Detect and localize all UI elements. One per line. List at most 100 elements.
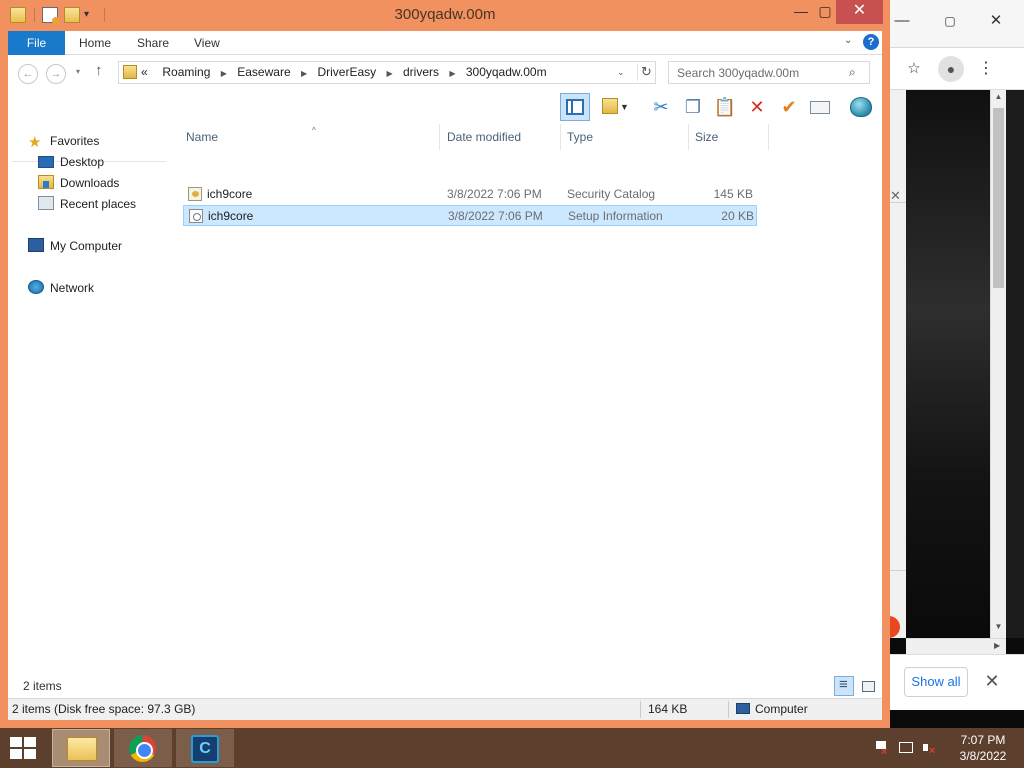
file-date: 3/8/2022 7:06 PM: [447, 187, 542, 201]
windows-logo-pane: [24, 737, 36, 747]
address-bar[interactable]: « Roaming ▶ Easeware ▶ DriverEasy ▶ driv…: [118, 61, 656, 84]
forward-button[interactable]: →: [46, 64, 66, 84]
column-resize-handle[interactable]: [439, 124, 440, 150]
chrome-maximize-button[interactable]: ▢: [936, 10, 964, 32]
address-row: ← → ▾ ↑ « Roaming ▶ Easeware ▶ DriverEas…: [8, 56, 882, 90]
search-icon[interactable]: ⌕: [849, 65, 856, 80]
scroll-right-icon[interactable]: ▶: [994, 641, 1000, 650]
nav-favorites-label: Favorites: [50, 134, 100, 148]
page-close-icon[interactable]: ✕: [890, 188, 901, 204]
scroll-thumb[interactable]: [993, 108, 1004, 288]
close-button[interactable]: ✕: [836, 0, 883, 24]
table-row[interactable]: ich9core 3/8/2022 7:06 PM Security Catal…: [183, 184, 757, 205]
nav-desktop[interactable]: Desktop: [38, 153, 104, 172]
profile-avatar-icon[interactable]: ●: [938, 56, 964, 82]
column-header-type[interactable]: Type: [567, 124, 593, 150]
search-box[interactable]: ⌕: [668, 61, 870, 84]
chrome-minimize-button[interactable]: —: [888, 10, 916, 32]
setup-information-icon: [189, 209, 203, 223]
refresh-icon[interactable]: ↻: [637, 64, 655, 81]
taskbar-file-explorer[interactable]: [52, 729, 110, 767]
breadcrumb-drivereasy[interactable]: DriverEasy: [317, 65, 376, 79]
details-view-button[interactable]: [834, 676, 854, 696]
downloads-folder-icon: [38, 175, 54, 189]
item-count: 2 items: [23, 679, 62, 693]
network-status-icon[interactable]: [898, 740, 914, 756]
desktop-icon: [38, 156, 54, 168]
action-center-flag-icon[interactable]: [874, 740, 890, 760]
table-row-selected[interactable]: ich9core 3/8/2022 7:06 PM Setup Informat…: [183, 205, 757, 226]
taskbar-driver-easy[interactable]: C: [176, 729, 234, 767]
column-resize-handle[interactable]: [768, 124, 769, 150]
chevron-right-icon[interactable]: ▶: [221, 63, 227, 84]
recent-locations-dropdown-icon[interactable]: ▾: [76, 67, 80, 76]
show-all-button[interactable]: Show all: [904, 667, 968, 697]
chrome-close-button[interactable]: ✕: [982, 10, 1010, 32]
windows-logo-pane: [24, 749, 36, 759]
nav-network[interactable]: Network: [28, 279, 94, 298]
up-button[interactable]: ↑: [95, 62, 103, 79]
minimize-button[interactable]: —: [788, 0, 814, 24]
download-bar-close-icon[interactable]: ✕: [980, 669, 1004, 693]
chevron-right-icon[interactable]: ▶: [301, 63, 307, 84]
checkmark-icon[interactable]: ✔: [774, 93, 804, 121]
file-explorer-window: ▾ 300yqadw.00m — ▢ ✕ File Home Share Vie…: [0, 0, 890, 728]
column-resize-handle[interactable]: [688, 124, 689, 150]
sort-ascending-icon: ^: [312, 126, 316, 135]
chrome-horizontal-scrollbar[interactable]: ▶: [906, 638, 1006, 654]
breadcrumb-drivers[interactable]: drivers: [403, 65, 439, 79]
nav-my-computer[interactable]: My Computer: [28, 237, 122, 256]
breadcrumb-easeware[interactable]: Easeware: [237, 65, 290, 79]
rename-icon: [810, 101, 830, 114]
system-clock[interactable]: 7:07 PM 3/8/2022: [952, 732, 1014, 764]
chevron-down-icon: ▼: [620, 102, 629, 112]
volume-muted-icon[interactable]: [922, 740, 938, 759]
bookmark-star-icon[interactable]: ☆: [900, 58, 928, 80]
network-icon: [28, 280, 44, 294]
scroll-up-icon[interactable]: ▲: [991, 92, 1006, 106]
command-toolbar: ▼ ✂ ❐ 📋 ✕ ✔: [8, 90, 882, 124]
column-header-date-modified[interactable]: Date modified: [447, 124, 521, 150]
chrome-menu-icon[interactable]: ⋮: [972, 58, 1000, 80]
cut-icon[interactable]: ✂: [646, 93, 676, 121]
tab-file[interactable]: File: [8, 31, 65, 55]
ribbon-expand-icon[interactable]: ⌄: [844, 35, 852, 46]
chevron-right-icon[interactable]: ▶: [449, 63, 455, 84]
tab-share[interactable]: Share: [137, 31, 169, 55]
nav-recent-places[interactable]: Recent places: [38, 195, 136, 214]
breadcrumb-overflow[interactable]: «: [141, 65, 148, 79]
column-header-name[interactable]: Name: [186, 124, 218, 150]
paste-icon[interactable]: 📋: [710, 93, 740, 121]
start-button[interactable]: [10, 737, 36, 759]
back-button[interactable]: ←: [18, 64, 38, 84]
breadcrumb: « Roaming ▶ Easeware ▶ DriverEasy ▶ driv…: [141, 62, 547, 83]
column-resize-handle[interactable]: [560, 124, 561, 150]
address-folder-icon: [123, 65, 137, 79]
chrome-vertical-scrollbar[interactable]: ▲ ▼: [990, 90, 1006, 638]
copy-icon[interactable]: ❐: [678, 93, 708, 121]
recent-places-icon: [38, 196, 54, 210]
scroll-down-icon[interactable]: ▼: [991, 622, 1006, 636]
rename-button[interactable]: [806, 93, 836, 121]
address-dropdown-icon[interactable]: ⌄: [617, 67, 625, 78]
breadcrumb-current-folder[interactable]: 300yqadw.00m: [466, 65, 547, 79]
folder-check-icon: [602, 98, 618, 114]
large-icons-view-button[interactable]: [858, 676, 878, 696]
help-icon[interactable]: ?: [863, 34, 879, 50]
nav-downloads-label: Downloads: [60, 176, 120, 190]
search-input[interactable]: [669, 62, 844, 83]
taskbar-chrome[interactable]: [114, 729, 172, 767]
nav-favorites[interactable]: ★ Favorites: [28, 132, 99, 151]
tab-view[interactable]: View: [194, 31, 220, 55]
chevron-right-icon[interactable]: ▶: [387, 63, 393, 84]
delete-icon[interactable]: ✕: [742, 93, 772, 121]
breadcrumb-roaming[interactable]: Roaming: [162, 65, 210, 79]
change-view-button[interactable]: ▼: [598, 93, 629, 121]
navigation-pane-button[interactable]: [560, 93, 590, 121]
nav-downloads[interactable]: Downloads: [38, 174, 119, 193]
tab-home[interactable]: Home: [79, 31, 111, 55]
maximize-button[interactable]: ▢: [812, 0, 838, 24]
file-list: ^ Name Date modified Type Size ich9core …: [180, 124, 880, 673]
column-header-size[interactable]: Size: [695, 124, 718, 150]
shell-icon-button[interactable]: [846, 93, 876, 121]
